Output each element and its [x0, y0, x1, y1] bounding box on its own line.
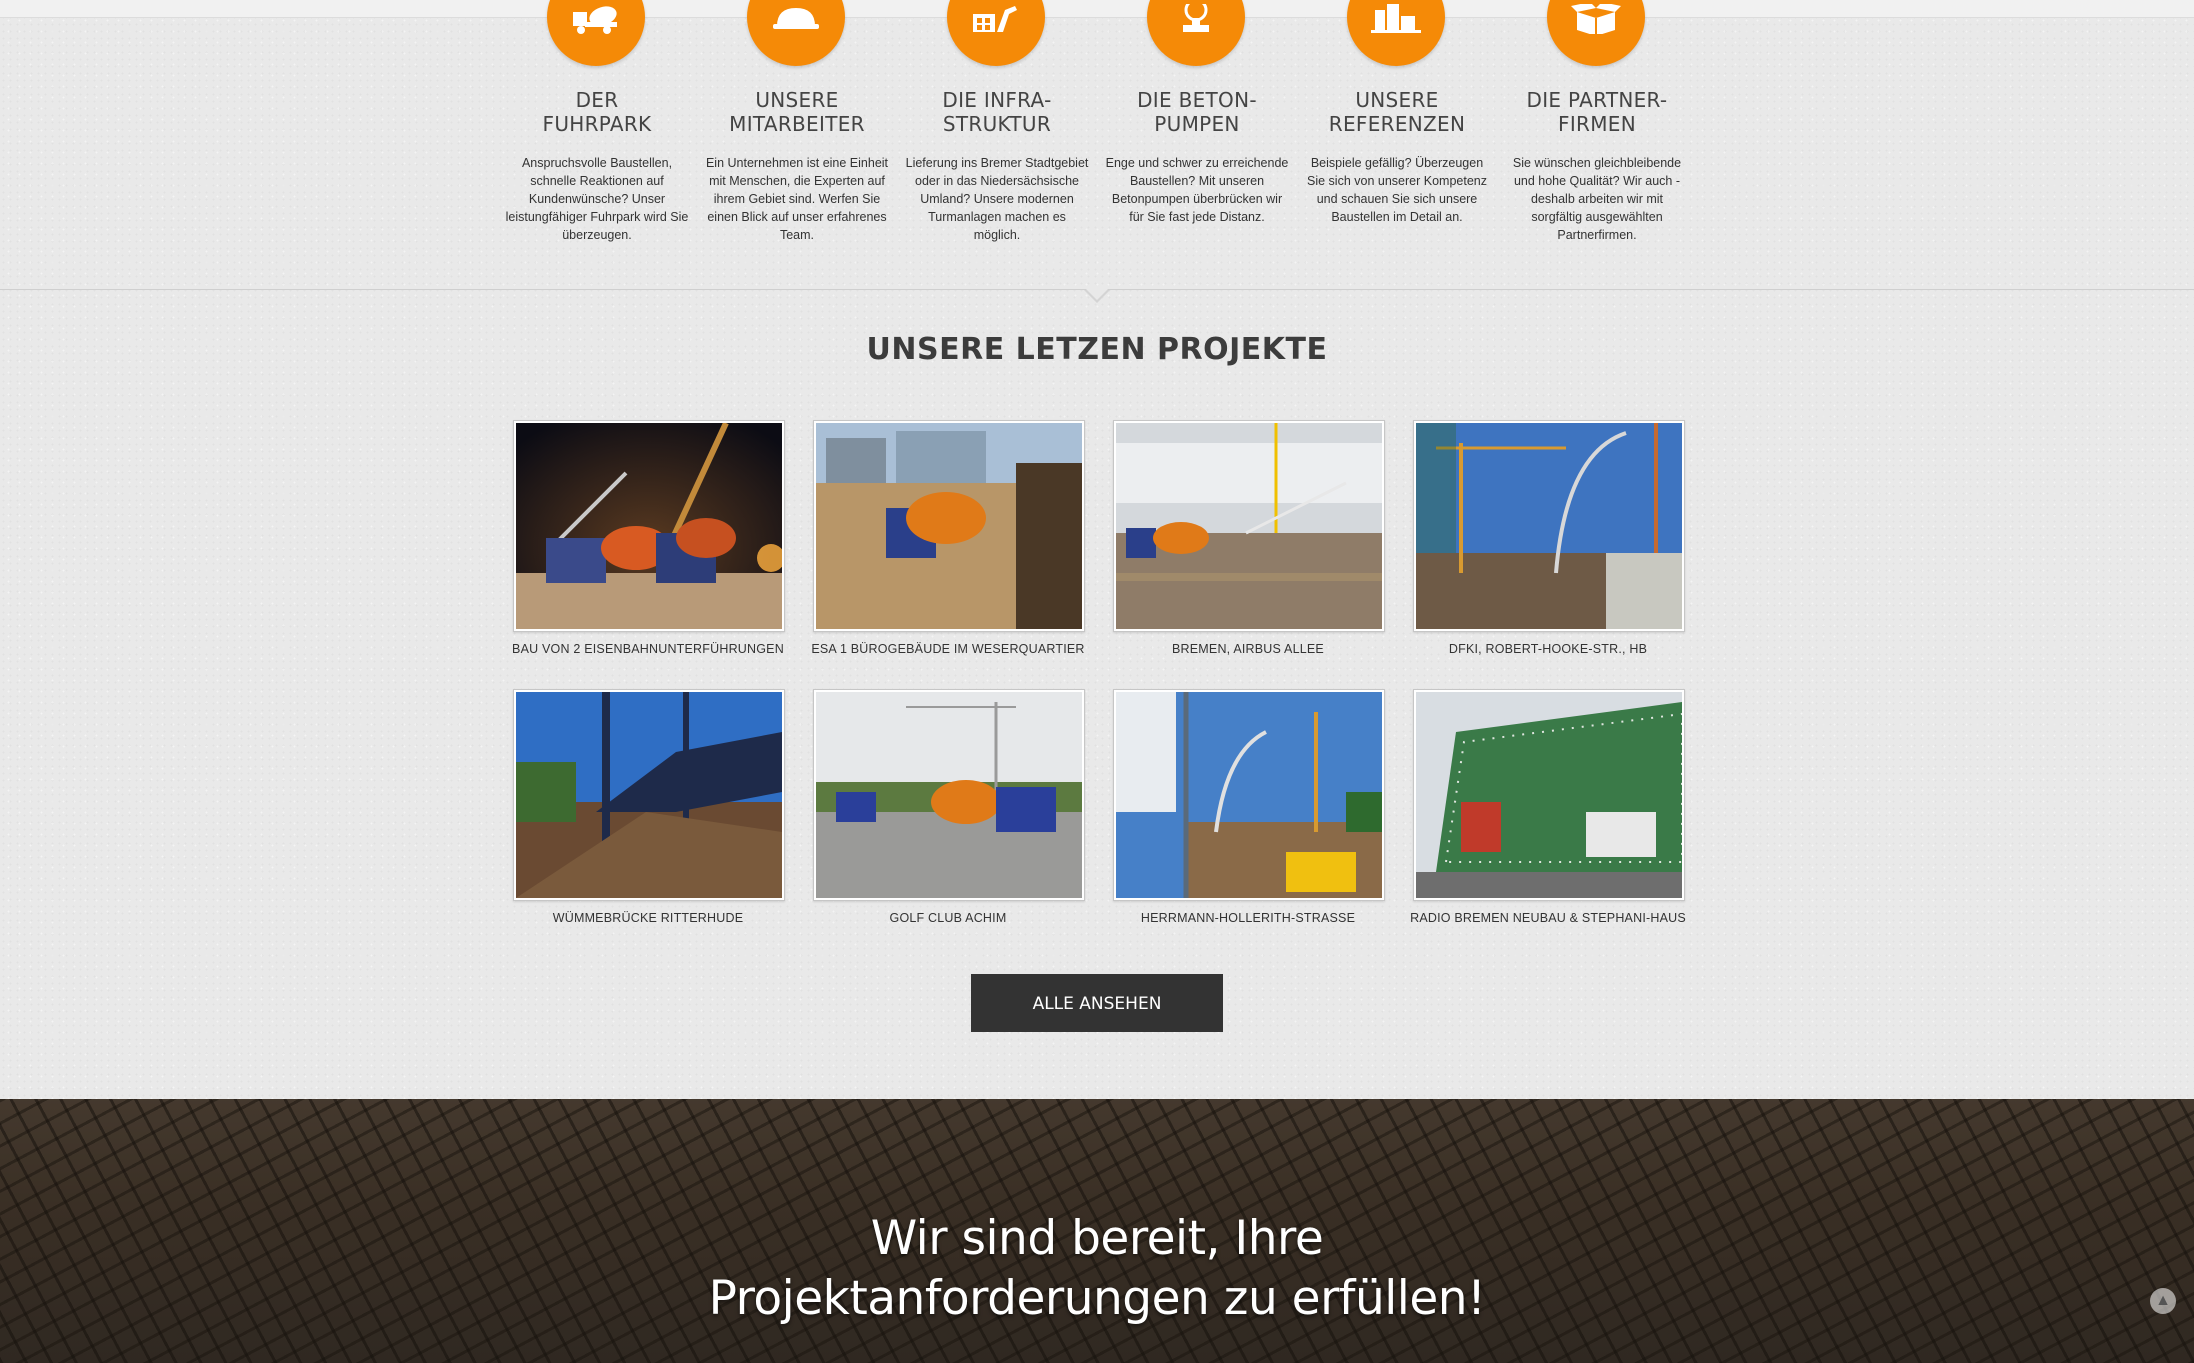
- city-buildings-icon[interactable]: [1347, 0, 1445, 66]
- service-title[interactable]: DIE BETON- PUMPEN: [1097, 88, 1297, 136]
- project-caption[interactable]: DFKI, ROBERT-HOOKE-STR., HB: [1393, 642, 1703, 656]
- project-thumbnail[interactable]: [813, 689, 1085, 901]
- project-card[interactable]: RADIO BREMEN NEUBAU & STEPHANI-HAUS: [1410, 689, 1686, 925]
- project-caption[interactable]: RADIO BREMEN NEUBAU & STEPHANI-HAUS: [1393, 911, 1703, 925]
- projects-heading: UNSERE LETZEN PROJEKTE: [866, 332, 1328, 367]
- project-thumbnail[interactable]: [813, 420, 1085, 632]
- infrastructure-icon[interactable]: [947, 0, 1045, 66]
- scroll-up-icon[interactable]: ▲: [2150, 1288, 2176, 1314]
- service-title[interactable]: DIE INFRA- STRUKTUR: [897, 88, 1097, 136]
- call-to-action-banner: Wir sind bereit, Ihre Projektanforderung…: [0, 1099, 2194, 1363]
- project-card[interactable]: WÜMMEBRÜCKE RITTERHUDE: [513, 689, 785, 925]
- project-card[interactable]: ESA 1 BÜROGEBÄUDE IM WESERQUARTIER: [811, 420, 1085, 656]
- banner-headline-line2: Projektanforderungen zu erfüllen!: [708, 1271, 1486, 1326]
- project-caption[interactable]: ESA 1 BÜROGEBÄUDE IM WESERQUARTIER: [793, 642, 1103, 656]
- project-caption[interactable]: GOLF CLUB ACHIM: [793, 911, 1103, 925]
- service-description: Lieferung ins Bremer Stadtgebiet oder in…: [905, 156, 1089, 242]
- project-card[interactable]: BAU VON 2 EISENBAHNUNTERFÜHRUNGEN: [512, 420, 785, 656]
- service-description: Sie wünschen gleichbleibende und hohe Qu…: [1512, 156, 1682, 242]
- project-caption[interactable]: BAU VON 2 EISENBAHNUNTERFÜHRUNGEN: [493, 642, 803, 656]
- project-card[interactable]: GOLF CLUB ACHIM: [813, 689, 1085, 925]
- project-card[interactable]: DFKI, ROBERT-HOOKE-STR., HB: [1413, 420, 1685, 656]
- project-caption[interactable]: HERRMANN-HOLLERITH-STRASSE: [1093, 911, 1403, 925]
- service-description: Beispiele gefällig? Überzeugen Sie sich …: [1307, 156, 1487, 224]
- project-card[interactable]: BREMEN, AIRBUS ALLEE: [1113, 420, 1385, 656]
- service-title[interactable]: DER FUHRPARK: [497, 88, 697, 136]
- hard-hat-icon[interactable]: [747, 0, 845, 66]
- project-thumbnail[interactable]: [1113, 689, 1385, 901]
- service-description: Anspruchsvolle Baustellen, schnelle Reak…: [505, 156, 689, 242]
- service-description: Ein Unternehmen ist eine Einheit mit Men…: [705, 156, 889, 242]
- project-thumbnail[interactable]: [1413, 420, 1685, 632]
- service-title[interactable]: DIE PARTNER- FIRMEN: [1497, 88, 1697, 136]
- view-all-button[interactable]: ALLE ANSEHEN: [971, 974, 1223, 1032]
- open-box-icon[interactable]: [1547, 0, 1645, 66]
- banner-headline: Wir sind bereit, Ihre Projektanforderung…: [0, 1209, 2194, 1329]
- project-caption[interactable]: BREMEN, AIRBUS ALLEE: [1093, 642, 1403, 656]
- project-thumbnail[interactable]: [1113, 420, 1385, 632]
- pump-gauge-icon[interactable]: [1147, 0, 1245, 66]
- banner-headline-line1: Wir sind bereit, Ihre: [870, 1211, 1324, 1266]
- project-thumbnail[interactable]: [1413, 689, 1685, 901]
- service-description: Enge und schwer zu erreichende Baustelle…: [1105, 156, 1289, 224]
- project-caption[interactable]: WÜMMEBRÜCKE RITTERHUDE: [493, 911, 803, 925]
- mixer-truck-icon[interactable]: [547, 0, 645, 66]
- service-title[interactable]: UNSERE REFERENZEN: [1297, 88, 1497, 136]
- project-thumbnail[interactable]: [513, 420, 785, 632]
- service-title[interactable]: UNSERE MITARBEITER: [697, 88, 897, 136]
- services-section: DER FUHRPARK Anspruchsvolle Baustellen, s…: [0, 0, 2194, 290]
- project-thumbnail[interactable]: [513, 689, 785, 901]
- project-card[interactable]: HERRMANN-HOLLERITH-STRASSE: [1113, 689, 1385, 925]
